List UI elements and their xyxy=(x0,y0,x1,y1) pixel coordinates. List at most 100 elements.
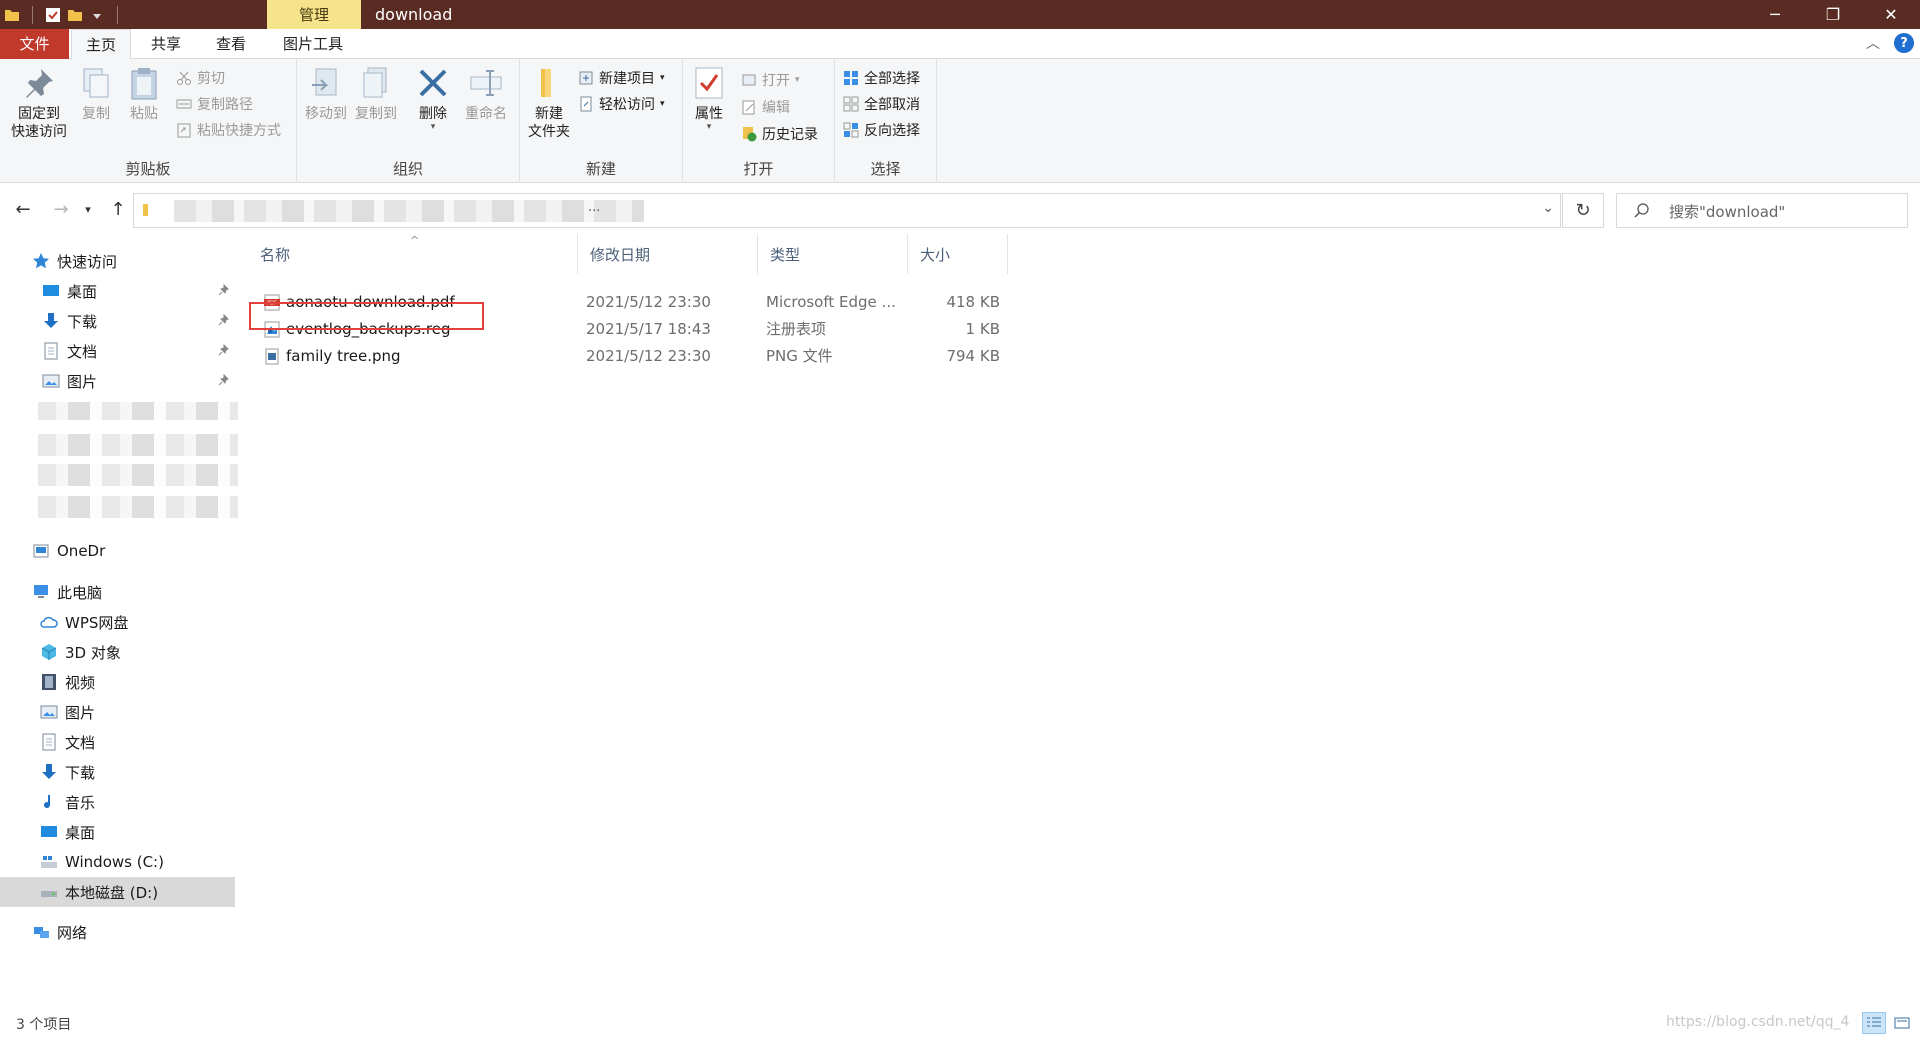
recent-locations-button[interactable]: ▾ xyxy=(80,196,96,222)
open-group-label: 打开 xyxy=(743,160,774,178)
customize-qat-icon[interactable] xyxy=(89,7,105,23)
help-icon[interactable]: ? xyxy=(1894,33,1914,53)
chevron-down-icon: ▾ xyxy=(660,99,665,109)
rename-button[interactable]: 重命名 xyxy=(461,65,511,123)
chevron-down-icon: ▾ xyxy=(795,75,800,85)
document-icon xyxy=(42,733,56,751)
forward-button[interactable]: → xyxy=(49,196,73,222)
windows-drive-icon xyxy=(41,856,57,868)
properties-check-icon[interactable] xyxy=(45,7,61,23)
address-bar[interactable]: ... ⌄ xyxy=(133,193,1561,228)
new-folder-icon[interactable] xyxy=(67,7,83,23)
sidebar-item-drive-d[interactable]: 本地磁盘 (D:) xyxy=(0,877,235,907)
redacted-folder-item xyxy=(38,402,238,420)
large-icons-view-icon xyxy=(1894,1017,1910,1029)
star-icon xyxy=(33,253,49,269)
select-all-button[interactable]: 全部选择 xyxy=(843,68,920,88)
new-folder-button[interactable]: 新建 文件夹 xyxy=(524,65,574,141)
refresh-icon: ↻ xyxy=(1575,200,1591,221)
file-size: 418 KB xyxy=(946,293,1000,311)
copy-path-button[interactable]: 复制路径 xyxy=(176,94,253,114)
invert-selection-button[interactable]: 反向选择 xyxy=(843,120,920,140)
tab-picture-tools[interactable]: 图片工具 xyxy=(269,29,357,59)
move-to-button[interactable]: 移动到 xyxy=(303,65,349,123)
column-header-size[interactable]: 大小 xyxy=(908,234,1008,274)
close-button[interactable]: ✕ xyxy=(1862,0,1920,29)
column-header-modified[interactable]: 修改日期 xyxy=(578,234,758,274)
delete-x-icon xyxy=(419,69,447,97)
pin-icon[interactable] xyxy=(218,344,230,356)
tab-share[interactable]: 共享 xyxy=(137,29,195,59)
sidebar-item-wps-drive[interactable]: WPS网盘 xyxy=(0,607,235,637)
music-note-icon xyxy=(44,795,51,809)
pin-icon[interactable] xyxy=(218,374,230,386)
collapse-ribbon-icon[interactable]: ︿ xyxy=(1866,33,1880,53)
cloud-icon xyxy=(40,616,58,628)
folder-icon[interactable] xyxy=(4,7,20,23)
paste-shortcut-button[interactable]: 粘贴快捷方式 xyxy=(176,120,281,140)
minimize-button[interactable]: ─ xyxy=(1746,0,1804,29)
download-arrow-icon xyxy=(44,313,58,328)
sidebar-item-3d-objects[interactable]: 3D 对象 xyxy=(0,637,235,667)
pictures-icon xyxy=(42,374,60,388)
edit-button[interactable]: 编辑 xyxy=(741,97,790,117)
ribbon: 固定到 快速访问 复制 粘贴 剪切 复制路径 粘贴快捷方式 剪贴板 移动到 复制… xyxy=(0,59,1920,183)
restore-button[interactable]: ❐ xyxy=(1804,0,1862,29)
easy-access-button[interactable]: 轻松访问 ▾ xyxy=(578,94,665,114)
up-button[interactable]: ↑ xyxy=(106,196,130,222)
redacted-folder-item xyxy=(38,464,238,486)
sidebar-this-pc[interactable]: 此电脑 xyxy=(0,577,235,607)
sidebar-item-desktop[interactable]: 桌面 xyxy=(0,276,235,306)
sidebar-item-desktop-pc[interactable]: 桌面 xyxy=(0,817,235,847)
refresh-button[interactable]: ↻ xyxy=(1562,193,1604,228)
pin-icon[interactable] xyxy=(218,284,230,296)
pin-quick-access-button[interactable]: 固定到 快速访问 xyxy=(6,65,72,141)
clipboard-group: 固定到 快速访问 复制 粘贴 剪切 复制路径 粘贴快捷方式 剪贴板 xyxy=(0,59,297,183)
desktop-icon xyxy=(41,826,57,837)
sidebar-quick-access[interactable]: 快速访问 xyxy=(0,246,235,276)
back-button[interactable]: ← xyxy=(11,196,35,222)
file-row[interactable]: family tree.png 2021/5/12 23:30 PNG 文件 7… xyxy=(248,343,1008,370)
sidebar-item-pictures-pc[interactable]: 图片 xyxy=(0,697,235,727)
rename-icon xyxy=(470,70,502,96)
navigation-pane[interactable]: 快速访问 桌面 下载 文档 图片 OneDr 此电脑 WPS网盘 3D 对象 视… xyxy=(0,234,238,1004)
sidebar-item-pictures[interactable]: 图片 xyxy=(0,366,235,396)
sidebar-network[interactable]: 网络 xyxy=(0,917,235,947)
sidebar-item-documents[interactable]: 文档 xyxy=(0,336,235,366)
copy-to-button[interactable]: 复制到 xyxy=(353,65,399,123)
file-type: 注册表项 xyxy=(766,320,827,338)
search-input[interactable]: 搜索"download" xyxy=(1616,193,1908,228)
new-folder-icon xyxy=(541,69,551,97)
paste-button[interactable]: 粘贴 xyxy=(124,65,164,123)
pin-icon[interactable] xyxy=(218,314,230,326)
sidebar-item-downloads-pc[interactable]: 下载 xyxy=(0,757,235,787)
file-modified: 2021/5/17 18:43 xyxy=(586,320,711,338)
details-view-button[interactable] xyxy=(1862,1012,1886,1034)
file-type: PNG 文件 xyxy=(766,347,833,365)
tab-view[interactable]: 查看 xyxy=(202,29,260,59)
tab-file[interactable]: 文件 xyxy=(0,29,69,59)
history-button[interactable]: 历史记录 xyxy=(741,124,818,144)
copy-button[interactable]: 复制 xyxy=(76,65,116,123)
open-button[interactable]: 打开 ▾ xyxy=(741,70,800,90)
sidebar-item-music[interactable]: 音乐 xyxy=(0,787,235,817)
address-history-dropdown[interactable]: ⌄ xyxy=(1542,200,1554,216)
tab-home[interactable]: 主页 xyxy=(71,29,132,60)
open-icon xyxy=(742,74,756,86)
large-icons-view-button[interactable] xyxy=(1890,1012,1914,1034)
properties-button[interactable]: 属性 ▾ xyxy=(689,65,729,132)
download-arrow-icon xyxy=(42,764,56,779)
file-list[interactable]: ^ 名称 修改日期 类型 大小 PDF aonaotu-download.pdf… xyxy=(248,234,1920,1004)
column-header-name[interactable]: 名称 xyxy=(248,234,578,274)
column-header-type[interactable]: 类型 xyxy=(758,234,908,274)
cut-button[interactable]: 剪切 xyxy=(176,68,225,88)
sidebar-item-videos[interactable]: 视频 xyxy=(0,667,235,697)
sidebar-item-drive-c[interactable]: Windows (C:) xyxy=(0,847,235,877)
sidebar-item-documents-pc[interactable]: 文档 xyxy=(0,727,235,757)
delete-button[interactable]: 删除 ▾ xyxy=(413,65,453,132)
sidebar-onedrive[interactable]: OneDr xyxy=(0,536,235,566)
context-tab-manage[interactable]: 管理 xyxy=(267,0,361,29)
new-item-button[interactable]: 新建项目 ▾ xyxy=(578,68,665,88)
select-none-button[interactable]: 全部取消 xyxy=(843,94,920,114)
sidebar-item-downloads[interactable]: 下载 xyxy=(0,306,235,336)
